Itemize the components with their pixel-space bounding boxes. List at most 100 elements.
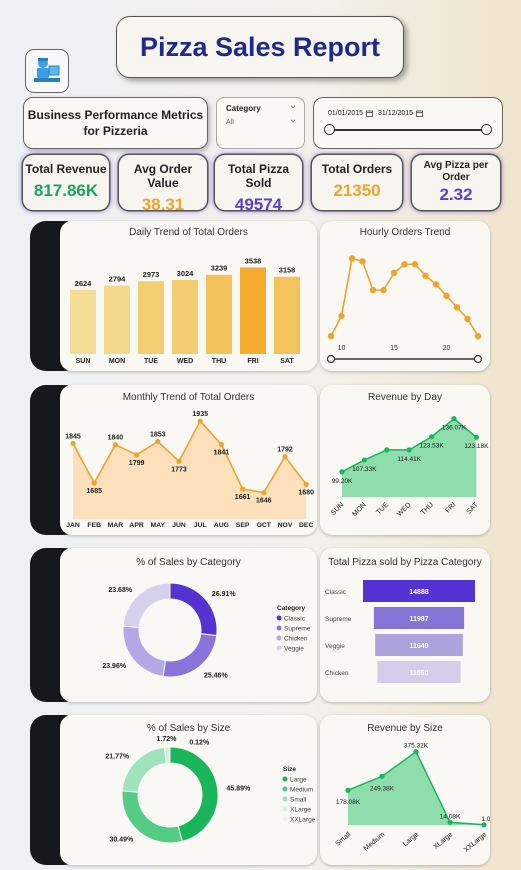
bar	[104, 285, 130, 354]
date-slider-track[interactable]	[330, 129, 488, 131]
point-data-label: 136.07K	[442, 425, 467, 432]
data-point	[380, 286, 387, 294]
legend-label: Chicken	[284, 636, 308, 643]
bar-data-label: 3538	[245, 256, 262, 265]
sales-by-size-donut[interactable]: 45.89% 30.49% 21.77% 1.72% 0.12% Size Large Med…	[60, 715, 317, 865]
legend-marker	[276, 635, 282, 641]
daily-orders-chart[interactable]: 2624 SUN 2794 MON 2973 TUE 3024 WED 3239 THU 3538 F…	[60, 221, 317, 371]
data-point	[176, 458, 182, 464]
point-data-label: 107.33K	[352, 466, 377, 473]
delivery-man-icon	[34, 58, 60, 82]
x-tick-label: XLarge	[432, 831, 454, 851]
pizza-sold-by-category-funnel[interactable]: 14888 Classic 11987 Supreme 11649 Veggie 11050…	[320, 548, 490, 702]
x-tick-label: SAT	[466, 501, 481, 516]
data-point	[261, 490, 267, 496]
x-tick-label: SUN	[76, 358, 91, 365]
category-label: Supreme	[325, 616, 352, 623]
point-data-label: 1792	[277, 447, 293, 454]
revenue-by-day-chart[interactable]: 99.20K SUN 107.33K MON TUE 114.41K WED 123.53K T…	[320, 385, 490, 535]
kpi-value: 21350	[333, 181, 381, 200]
data-point	[112, 442, 118, 448]
data-point	[155, 438, 161, 445]
revenue-by-size-card: Revenue by Size 178.08K Small 249.38K Mediu…	[320, 715, 490, 865]
bar-data-label: 2794	[109, 275, 127, 284]
data-point	[345, 787, 351, 793]
legend-title: Category	[277, 605, 306, 612]
data-point	[384, 447, 390, 453]
start-date[interactable]: 01/01/2015	[328, 110, 363, 117]
hourly-orders-chart[interactable]: 10 15 20	[320, 221, 490, 371]
x-tick-label: JUN	[172, 522, 186, 529]
point-data-label: 1680	[298, 489, 314, 496]
daily-orders-card: Daily Trend of Total Orders 2624 SUN 2794 M…	[60, 221, 317, 371]
point-data-label: 1799	[129, 460, 145, 467]
data-point	[303, 481, 309, 487]
legend-marker	[276, 615, 282, 621]
revenue-by-size-chart[interactable]: 178.08K Small 249.38K Medium 375.32K Large 14.…	[320, 715, 490, 865]
category-label: Chicken	[325, 670, 349, 677]
legend-marker	[282, 786, 288, 792]
legend-marker	[276, 625, 282, 631]
data-point	[338, 312, 345, 320]
data-point	[379, 773, 385, 779]
point-data-label: 123.18K	[464, 443, 489, 450]
calendar-icon[interactable]	[366, 110, 373, 117]
bar	[206, 274, 232, 354]
x-tick-label: WED	[396, 501, 413, 518]
chevron-down-icon[interactable]: ⌄	[289, 100, 297, 111]
hourly-slider-start-handle[interactable]	[326, 354, 336, 364]
data-point	[411, 261, 419, 268]
bar	[138, 281, 164, 354]
date-slider-end-handle[interactable]	[481, 124, 492, 135]
point-data-label: 249.38K	[370, 785, 395, 792]
logo[interactable]	[25, 49, 69, 93]
data-point	[91, 480, 97, 486]
data-point	[359, 258, 366, 265]
sales-by-category-card: % of Sales by Category 26.91% 25.46% 23.96…	[60, 548, 317, 702]
x-tick-label: Medium	[363, 831, 387, 852]
data-point	[429, 434, 435, 440]
data-point	[339, 469, 345, 475]
data-point	[327, 332, 335, 340]
slice-data-label: 0.12%	[189, 739, 210, 746]
bar-data-label: 11649	[409, 643, 428, 650]
point-data-label: 1841	[214, 449, 230, 456]
hourly-slider-end-handle[interactable]	[473, 354, 483, 364]
data-point	[451, 416, 457, 422]
kpi-value: 2.32	[439, 185, 473, 204]
donut-slice	[122, 625, 166, 678]
end-date[interactable]: 31/12/2015	[378, 110, 413, 117]
data-point	[70, 440, 76, 447]
x-tick-label: FRI	[247, 358, 258, 365]
bar-data-label: 14888	[409, 589, 429, 596]
data-point	[464, 315, 471, 323]
point-data-label: 1845	[65, 433, 81, 440]
bar-data-label: 11050	[409, 670, 428, 677]
date-range-slicer[interactable]: 01/01/2015 31/12/2015	[313, 97, 503, 149]
x-tick-label: MAY	[151, 522, 166, 529]
data-point	[432, 281, 440, 288]
chevron-down-icon[interactable]: ⌄	[289, 114, 297, 125]
monthly-orders-chart[interactable]: 1845 JAN 1685 FEB 1840 MAR 1799 APR 1853 MAY 1773 J…	[60, 385, 317, 535]
pizza-sold-by-category-card: Total Pizza sold by Pizza Category 14888…	[320, 548, 490, 702]
data-point	[282, 453, 288, 460]
data-point	[481, 822, 487, 828]
legend-title: Size	[283, 766, 296, 773]
sales-by-category-donut[interactable]: 26.91% 25.46% 23.96% 23.68% Category Classic S…	[60, 548, 317, 702]
x-tick-label: TUE	[375, 501, 390, 516]
point-data-label: 1935	[192, 411, 208, 418]
x-tick-label: TUE	[144, 358, 158, 365]
slice-data-label: 1.72%	[157, 736, 178, 743]
x-tick-label: FEB	[87, 522, 101, 529]
data-point	[422, 272, 429, 279]
x-tick-label: AUG	[214, 522, 229, 529]
x-tick-label: MAR	[108, 522, 124, 529]
calendar-icon[interactable]	[416, 110, 423, 117]
kpi-avg-pizza-per-order: Avg Pizza per Order 2.32	[412, 155, 500, 210]
date-slider-start-handle[interactable]	[324, 124, 335, 135]
x-tick-label: JUL	[194, 522, 207, 529]
kpi-total-orders: Total Orders 21350	[312, 155, 402, 210]
category-slicer[interactable]: Category ⌄ All ⌄	[216, 97, 305, 149]
x-tick-label: OCT	[257, 522, 272, 529]
slice-data-label: 23.96%	[102, 663, 127, 670]
